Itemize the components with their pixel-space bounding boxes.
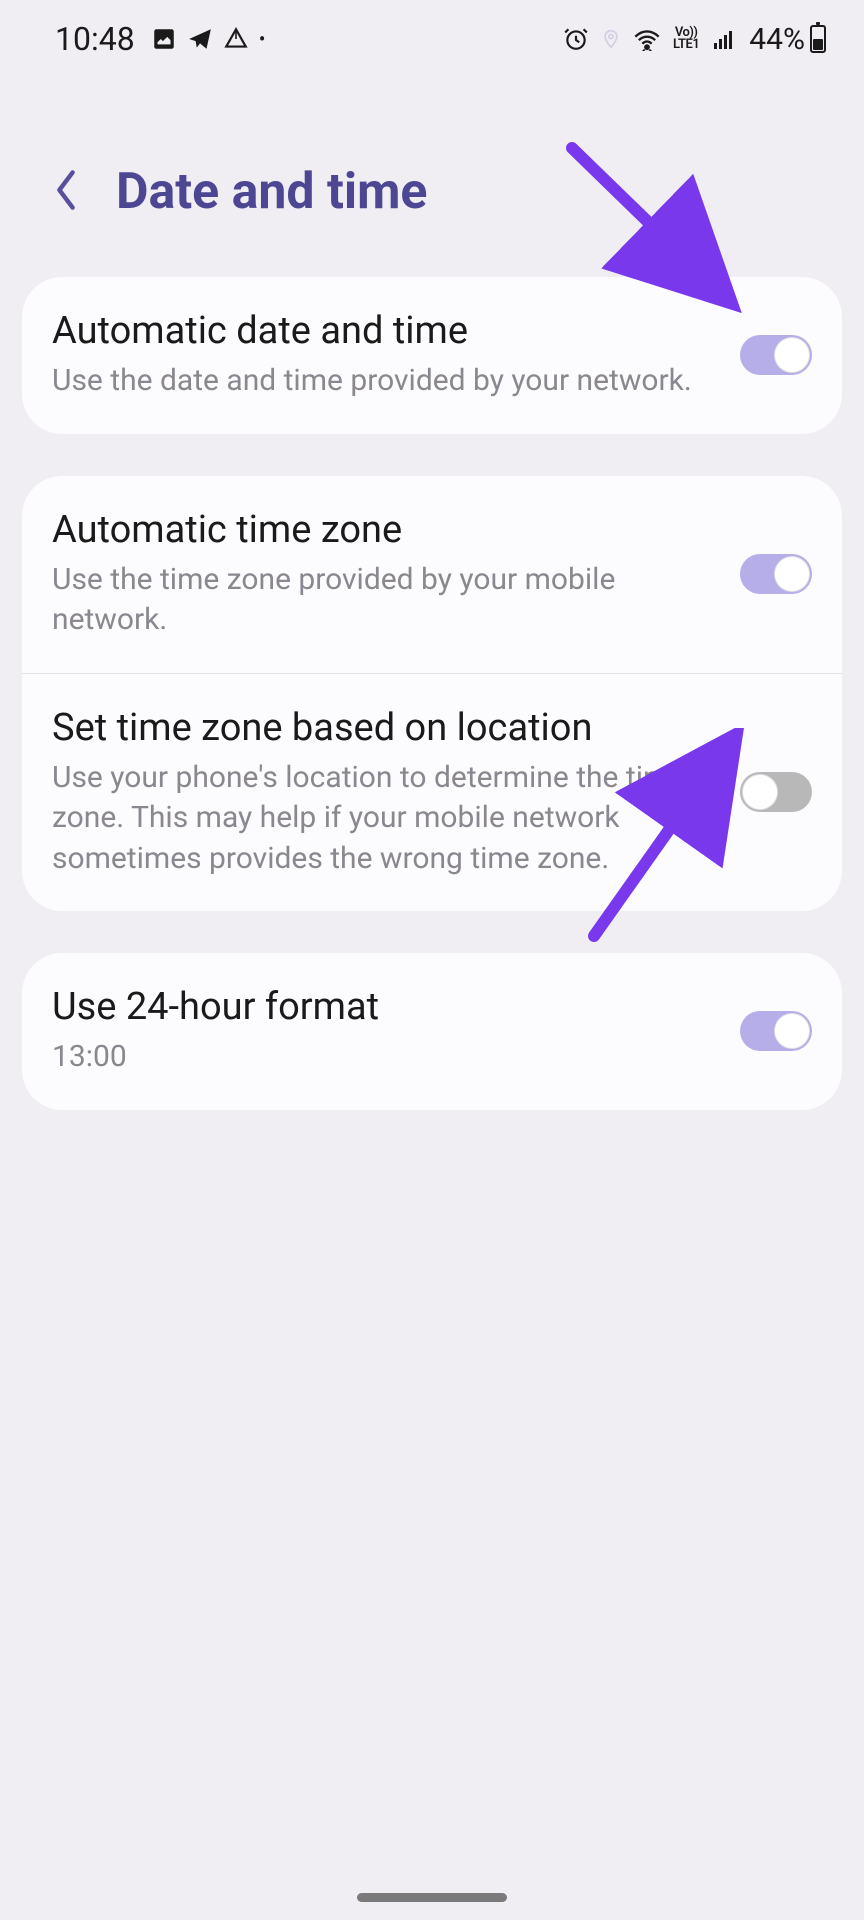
location-icon [601,27,621,51]
setting-title: Automatic time zone [52,508,718,552]
setting-location-time-zone[interactable]: Set time zone based on location Use your… [22,674,842,912]
volte-indicator: Vo)) LTE1 [673,27,699,50]
drive-icon [223,26,249,52]
setting-title: Use 24-hour format [52,985,718,1029]
setting-auto-date-time[interactable]: Automatic date and time Use the date and… [22,277,842,434]
back-icon[interactable] [52,168,80,216]
battery-percent: 44% [749,22,805,57]
setting-subtitle: Use the date and time provided by your n… [52,361,718,402]
battery-indicator: 44% [749,22,826,57]
navigation-handle[interactable] [357,1893,507,1902]
toggle-auto-tz[interactable] [740,554,812,594]
setting-title: Automatic date and time [52,309,718,353]
setting-subtitle: 13:00 [52,1037,718,1078]
setting-auto-time-zone[interactable]: Automatic time zone Use the time zone pr… [22,476,842,674]
toggle-location-tz[interactable] [740,772,812,812]
setting-text: Use 24-hour format 13:00 [52,985,740,1078]
signal-icon [711,27,737,51]
setting-24-hour-format[interactable]: Use 24-hour format 13:00 [22,953,842,1110]
status-left: 10:48 • [55,20,265,58]
status-bar: 10:48 • Vo)) LTE1 [0,0,864,78]
setting-text: Set time zone based on location Use your… [52,706,740,880]
gallery-icon [151,26,177,52]
setting-text: Automatic date and time Use the date and… [52,309,740,402]
battery-icon [810,25,826,53]
toggle-24-hour[interactable] [740,1011,812,1051]
toggle-auto-date[interactable] [740,335,812,375]
card-auto-date: Automatic date and time Use the date and… [22,277,842,434]
notification-icons: • [151,26,266,52]
setting-subtitle: Use your phone's location to determine t… [52,758,718,880]
telegram-icon [187,26,213,52]
setting-subtitle: Use the time zone provided by your mobil… [52,560,718,641]
card-time-zone: Automatic time zone Use the time zone pr… [22,476,842,912]
card-24-hour: Use 24-hour format 13:00 [22,953,842,1110]
alarm-icon [563,26,589,52]
wifi-icon [633,27,661,51]
status-right: Vo)) LTE1 44% [563,22,826,57]
page-title: Date and time [116,163,427,221]
setting-title: Set time zone based on location [52,706,718,750]
setting-text: Automatic time zone Use the time zone pr… [52,508,740,641]
status-time: 10:48 [55,20,135,58]
page-header: Date and time [0,78,864,277]
dot-icon: • [259,27,266,51]
